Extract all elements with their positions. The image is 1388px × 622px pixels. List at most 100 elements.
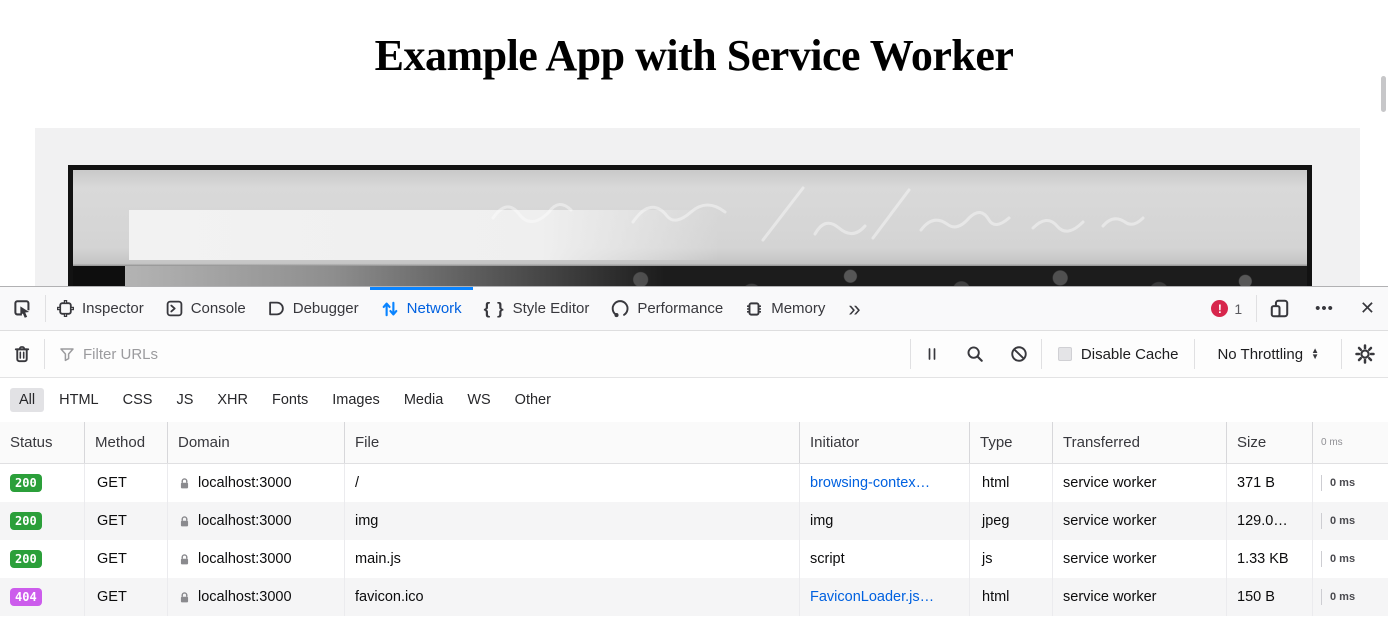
waterfall-tick xyxy=(1321,475,1322,491)
tab-label: Debugger xyxy=(293,300,359,317)
tab-label: Memory xyxy=(771,300,825,317)
initiator-cell[interactable]: browsing-contex… xyxy=(800,464,970,502)
page-title: Example App with Service Worker xyxy=(0,0,1388,81)
block-icon xyxy=(1010,345,1028,363)
filter-fonts[interactable]: Fonts xyxy=(263,388,317,412)
filter-ws[interactable]: WS xyxy=(458,388,499,412)
filter-xhr[interactable]: XHR xyxy=(208,388,257,412)
lock-icon xyxy=(178,477,191,490)
filter-js[interactable]: JS xyxy=(167,388,202,412)
method-cell: GET xyxy=(85,540,168,578)
file-cell: / xyxy=(345,464,800,502)
request-type-filterbar: All HTML CSS JS XHR Fonts Images Media W… xyxy=(0,378,1388,422)
tab-style-editor[interactable]: { } Style Editor xyxy=(473,287,601,330)
error-count-button[interactable]: ! 1 xyxy=(1197,287,1256,330)
responsive-design-icon xyxy=(1270,299,1289,318)
type-cell: html xyxy=(970,464,1053,502)
col-method[interactable]: Method xyxy=(85,422,168,463)
photo-area xyxy=(35,128,1360,286)
filter-images[interactable]: Images xyxy=(323,388,389,412)
lock-icon xyxy=(178,515,191,528)
col-domain[interactable]: Domain xyxy=(168,422,345,463)
throttling-value: No Throttling xyxy=(1217,346,1303,363)
filter-html[interactable]: HTML xyxy=(50,388,107,412)
col-timeline[interactable]: 0 ms xyxy=(1313,422,1388,463)
pick-element-button[interactable] xyxy=(0,287,45,330)
transferred-cell: service worker xyxy=(1053,540,1227,578)
tab-network[interactable]: Network xyxy=(370,287,473,330)
pause-recording-button[interactable] xyxy=(911,331,953,377)
close-devtools-button[interactable]: ✕ xyxy=(1347,287,1388,330)
select-arrows-icon: ▲▼ xyxy=(1311,348,1319,360)
tab-memory[interactable]: Memory xyxy=(734,287,836,330)
request-row-mainjs[interactable]: 200 GET localhost:3000 main.js script js… xyxy=(0,540,1388,578)
request-table-header: Status Method Domain File Initiator Type… xyxy=(0,422,1388,464)
filter-media[interactable]: Media xyxy=(395,388,453,412)
status-cell: 200 xyxy=(0,540,85,578)
file-cell: favicon.ico xyxy=(345,578,800,616)
disable-cache-control[interactable]: Disable Cache xyxy=(1042,331,1195,377)
request-row-root[interactable]: 200 GET localhost:3000 / browsing-contex… xyxy=(0,464,1388,502)
timeline-cell: 0 ms xyxy=(1313,578,1388,616)
inspector-icon xyxy=(57,300,74,317)
col-initiator[interactable]: Initiator xyxy=(800,422,970,463)
col-file[interactable]: File xyxy=(345,422,800,463)
timeline-cell: 0 ms xyxy=(1313,502,1388,540)
menu-button[interactable]: ••• xyxy=(1302,287,1347,330)
status-badge: 200 xyxy=(10,512,42,530)
request-row-favicon[interactable]: 404 GET localhost:3000 favicon.ico Favic… xyxy=(0,578,1388,616)
search-button[interactable] xyxy=(953,331,997,377)
block-requests-button[interactable] xyxy=(997,331,1041,377)
devtools-panel: Inspector Console Debugger Network { } xyxy=(0,286,1388,622)
lock-icon xyxy=(178,591,191,604)
error-count: 1 xyxy=(1234,301,1242,317)
network-settings-button[interactable] xyxy=(1342,331,1388,377)
request-row-img[interactable]: 200 GET localhost:3000 img img jpeg serv… xyxy=(0,502,1388,540)
col-status[interactable]: Status xyxy=(0,422,85,463)
tab-label: Inspector xyxy=(82,300,144,317)
filter-urls-input[interactable] xyxy=(83,346,910,363)
col-type[interactable]: Type xyxy=(970,422,1053,463)
throttling-select[interactable]: No Throttling ▲▼ xyxy=(1195,331,1341,377)
tab-label: Performance xyxy=(637,300,723,317)
tab-inspector[interactable]: Inspector xyxy=(46,287,155,330)
photo-frame-corner xyxy=(73,266,125,286)
devtools-tabbar: Inspector Console Debugger Network { } xyxy=(0,287,1388,331)
more-tabs-button[interactable]: » xyxy=(836,287,872,330)
tab-performance[interactable]: Performance xyxy=(600,287,734,330)
devtools-meta-buttons: ! 1 ••• ✕ xyxy=(1197,287,1388,330)
col-transferred[interactable]: Transferred xyxy=(1053,422,1227,463)
transferred-cell: service worker xyxy=(1053,578,1227,616)
filter-other[interactable]: Other xyxy=(506,388,560,412)
console-icon xyxy=(166,300,183,317)
waterfall-tick xyxy=(1321,589,1322,605)
filter-css[interactable]: CSS xyxy=(114,388,162,412)
responsive-design-button[interactable] xyxy=(1257,287,1302,330)
domain-cell: localhost:3000 xyxy=(168,502,345,540)
size-cell: 150 B xyxy=(1227,578,1313,616)
performance-icon xyxy=(611,300,629,318)
page-scrollbar[interactable] xyxy=(1381,76,1386,112)
filter-all[interactable]: All xyxy=(10,388,44,412)
meatballs-icon: ••• xyxy=(1315,300,1334,317)
method-cell: GET xyxy=(85,578,168,616)
tab-label: Style Editor xyxy=(513,300,590,317)
col-size[interactable]: Size xyxy=(1227,422,1313,463)
filter-urls-field[interactable] xyxy=(45,331,910,377)
transferred-cell: service worker xyxy=(1053,502,1227,540)
clear-requests-button[interactable] xyxy=(0,331,44,377)
initiator-cell[interactable]: FaviconLoader.js… xyxy=(800,578,970,616)
type-cell: html xyxy=(970,578,1053,616)
pause-icon xyxy=(924,346,940,362)
tab-label: Console xyxy=(191,300,246,317)
tab-console[interactable]: Console xyxy=(155,287,257,330)
transferred-cell: service worker xyxy=(1053,464,1227,502)
file-cell: main.js xyxy=(345,540,800,578)
size-cell: 1.33 KB xyxy=(1227,540,1313,578)
tab-debugger[interactable]: Debugger xyxy=(257,287,370,330)
domain-cell: localhost:3000 xyxy=(168,540,345,578)
waterfall-tick xyxy=(1321,551,1322,567)
request-table-body: 200 GET localhost:3000 / browsing-contex… xyxy=(0,464,1388,616)
timeline-cell: 0 ms xyxy=(1313,464,1388,502)
disable-cache-checkbox[interactable] xyxy=(1058,347,1072,361)
